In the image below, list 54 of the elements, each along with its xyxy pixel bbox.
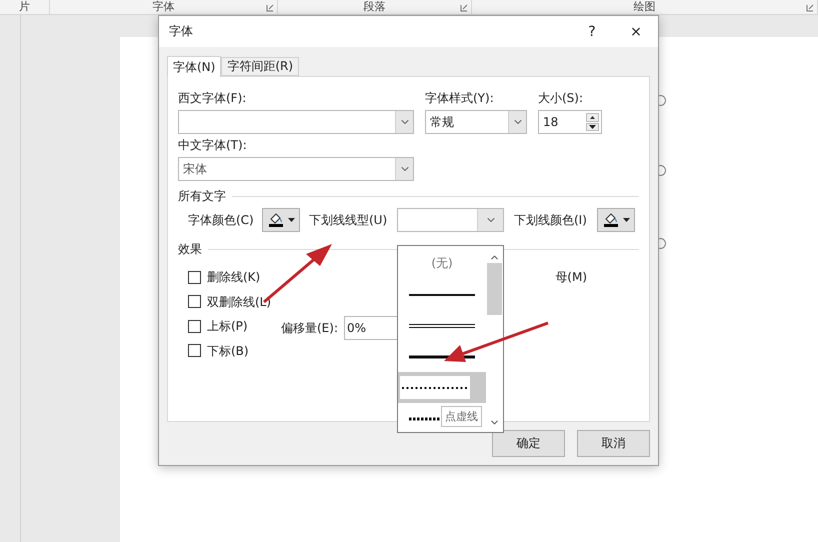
font-style-combo[interactable]: 常规: [425, 110, 527, 134]
checkbox-label: 删除线(K): [207, 270, 260, 284]
tooltip: 点虚线: [441, 406, 482, 427]
offset-field[interactable]: 0%: [344, 316, 400, 340]
field-label: 大小(S):: [538, 91, 584, 105]
spin-up-button[interactable]: [586, 113, 599, 122]
checkbox[interactable]: [188, 295, 201, 308]
chinese-font-combo[interactable]: 宋体: [178, 157, 414, 181]
tab[interactable]: 字体(N): [167, 56, 222, 77]
field-label: 偏移量(E):: [281, 320, 339, 334]
dropdown-triangle-icon: [622, 218, 630, 222]
up-triangle-icon: [590, 116, 595, 119]
dialog-launcher-icon[interactable]: [806, 4, 814, 12]
dialog-launcher-icon[interactable]: [266, 4, 274, 12]
size-spinbox[interactable]: 18: [538, 110, 602, 134]
dropdown-button[interactable]: [395, 158, 413, 180]
dropdown-triangle-icon: [589, 124, 596, 129]
spin-down-button[interactable]: [586, 122, 599, 131]
field-label: 字体样式(Y):: [425, 91, 495, 105]
ribbon-group-label: 绘图: [634, 0, 656, 13]
section-heading: 效果: [178, 242, 202, 256]
field-label: 下划线线型(U): [309, 213, 388, 227]
cancel-button[interactable]: 取消: [577, 430, 650, 457]
dropdown-triangle-icon: [288, 218, 294, 222]
list-item[interactable]: [398, 372, 486, 403]
dropdown-button[interactable]: [508, 111, 526, 133]
font-color-button[interactable]: [262, 208, 300, 232]
field-label: 西文字体(F):: [178, 91, 248, 105]
checkbox[interactable]: [188, 320, 201, 333]
dialog-launcher-icon[interactable]: [460, 4, 468, 12]
checkbox[interactable]: [188, 344, 201, 358]
dialog-title: 字体: [169, 23, 194, 40]
section-heading: 所有文字: [178, 189, 226, 203]
tab[interactable]: 字符间距(R): [221, 57, 300, 76]
close-button[interactable]: ×: [614, 16, 658, 47]
underline-sample: [407, 352, 477, 360]
field-label: 下划线颜色(I): [514, 213, 588, 227]
underline-sample: [407, 322, 477, 330]
checkbox-label: 上标(P): [207, 319, 248, 334]
checkbox-label: 下标(B): [207, 344, 249, 358]
ribbon-group-label: 段落: [364, 0, 386, 13]
scroll-thumb[interactable]: [487, 263, 502, 315]
ok-button[interactable]: 确定: [492, 430, 565, 457]
paint-bucket-icon: [268, 212, 284, 228]
ribbon-group-label: 片: [19, 0, 30, 13]
dropdown-button[interactable]: [395, 111, 413, 133]
underline-color-button[interactable]: [597, 208, 635, 232]
field-label: 字体颜色(C): [188, 213, 255, 227]
help-button[interactable]: ?: [570, 16, 614, 47]
field-label: 中文字体(T):: [178, 138, 248, 152]
checkbox-label: 母(M): [555, 270, 587, 284]
paint-bucket-icon: [602, 212, 618, 228]
ribbon-group-label: 字体: [152, 0, 174, 13]
checkbox[interactable]: [188, 270, 201, 284]
